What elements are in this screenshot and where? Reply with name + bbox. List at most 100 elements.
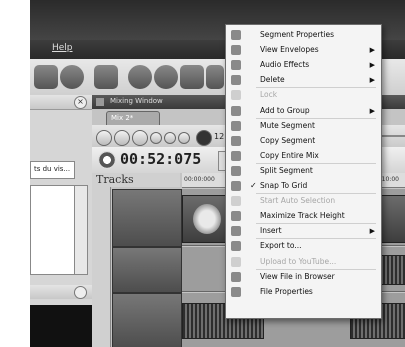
second-panel-title [30,285,92,299]
menu-item-label: View File in Browser [260,271,335,281]
menu-separator [256,268,376,270]
toolbar-record-icon[interactable] [60,65,84,89]
mixing-window-title: Mixing Window [110,97,163,105]
menu-item-label: Audio Effects [260,60,310,70]
tab-mix[interactable]: Mix 2* [106,111,160,126]
volume-value: 12 [214,132,225,141]
menu-item-export-to[interactable]: Export to... [226,240,381,252]
left-panel: × ts du vis... [30,95,93,347]
stop-button[interactable] [96,130,112,146]
file-list[interactable] [30,185,76,275]
list-scrollbar[interactable] [74,185,88,275]
toolbar-disc-icon[interactable] [128,65,152,89]
menu-item-segment-properties[interactable]: Segment Properties [226,29,381,41]
menu-item-start-auto-selection: Start Auto Selection [226,195,381,207]
menu-item-upload-to-youtube: Upload to YouTube... [226,256,381,268]
track-header-3[interactable] [112,293,182,347]
play-button[interactable] [114,130,130,146]
rewind-button[interactable] [150,132,162,144]
menu-item-view-file-in-browser[interactable]: View File in Browser [226,271,381,283]
menu-item-label: Split Segment [260,165,313,175]
menu-item-label: Copy Segment [260,135,316,145]
menu-item-label: Mute Segment [260,120,315,130]
toolbar-tool-icon[interactable] [34,65,58,89]
copy-icon [231,135,241,146]
toolbar-export-icon[interactable] [180,65,204,89]
copy-mix-icon [231,150,241,161]
menu-separator [256,162,376,164]
track-header-1[interactable] [112,189,182,247]
pen-icon [231,30,241,40]
clip-thumbnail [193,204,221,234]
menu-item-view-envelopes[interactable]: View Envelopes ▶ [226,44,381,56]
end-button[interactable] [178,132,190,144]
ruler-start-label: 00:00:000 [184,176,215,183]
toolbar-lifebuoy-icon[interactable] [154,65,178,89]
tracks-label: Tracks [96,173,134,186]
menu-item-label: View Envelopes [260,45,319,55]
effects-icon [231,60,241,71]
menu-item-mute-segment[interactable]: Mute Segment [226,120,381,132]
maximize-icon [231,211,241,222]
export-icon [231,241,241,252]
menu-item-audio-effects[interactable]: Audio Effects ▶ [226,59,381,71]
menu-item-label: Upload to YouTube... [260,256,337,266]
menu-separator [256,87,376,89]
menu-separator [256,193,376,195]
menu-help[interactable]: Help [52,43,73,53]
menu-separator [256,117,376,119]
menu-separator [256,238,376,240]
menu-item-label: Copy Entire Mix [260,150,319,160]
menu-item-split-segment[interactable]: Split Segment [226,165,381,177]
browser-icon [231,271,241,282]
submenu-arrow-icon: ▶ [369,76,375,85]
menu-separator [256,223,376,225]
search-field[interactable]: ts du vis... [30,161,75,179]
file-props-icon [231,286,241,297]
volume-icon[interactable] [196,130,212,146]
timecode: 00:52:075 [120,150,202,168]
mute-icon [231,120,241,131]
menu-item-delete[interactable]: Delete ▶ [226,74,381,86]
menu-item-copy-segment[interactable]: Copy Segment [226,135,381,147]
menu-item-file-properties[interactable]: File Properties [226,286,381,298]
submenu-arrow-icon: ▶ [369,227,375,236]
menu-item-maximize-track-height[interactable]: Maximize Track Height [226,210,381,222]
toolbar-chat-icon[interactable] [206,65,224,89]
upload-icon [231,256,241,267]
menu-item-label: Export to... [260,241,302,251]
preview-area [30,305,92,347]
loop-button[interactable] [132,130,148,146]
menu-item-insert[interactable]: Insert ▶ [226,225,381,237]
menu-item-snap-to-grid[interactable]: ✓ Snap To Grid [226,180,381,192]
magnet-icon [231,181,241,191]
zoom-slider[interactable] [382,135,405,137]
mixer-icon [96,98,104,106]
close-icon[interactable]: × [74,96,87,109]
app-frame: Help × ts du vis... Mixing Window Mix 2* [30,0,405,347]
menu-item-label: File Properties [260,286,313,296]
left-panel-title: × [30,95,92,110]
menu-item-add-to-group[interactable]: Add to Group ▶ [226,105,381,117]
menu-item-label: Add to Group [260,105,310,115]
menu-item-copy-entire-mix[interactable]: Copy Entire Mix [226,150,381,162]
context-menu: Segment Properties View Envelopes ▶ Audio E… [225,24,382,319]
group-icon [231,105,241,116]
delete-x-icon [231,75,241,86]
toolbar-list-icon[interactable] [94,65,118,89]
clock-icon [98,151,116,169]
forward-button[interactable] [164,132,176,144]
submenu-arrow-icon: ▶ [369,106,375,115]
menu-item-label: Delete [260,75,285,85]
close-icon-2[interactable] [74,286,87,299]
menu-item-label: Start Auto Selection [260,196,336,206]
tracks-header: Tracks [92,173,180,187]
auto-select-icon [231,196,241,207]
envelope-icon [231,45,241,56]
menu-item-label: Segment Properties [260,30,335,39]
track-header-2[interactable] [112,247,182,293]
split-icon [231,165,241,176]
menu-item-label: Lock [260,90,278,100]
menu-item-lock: Lock [226,89,381,101]
tracks-scrollbar[interactable] [92,187,111,347]
